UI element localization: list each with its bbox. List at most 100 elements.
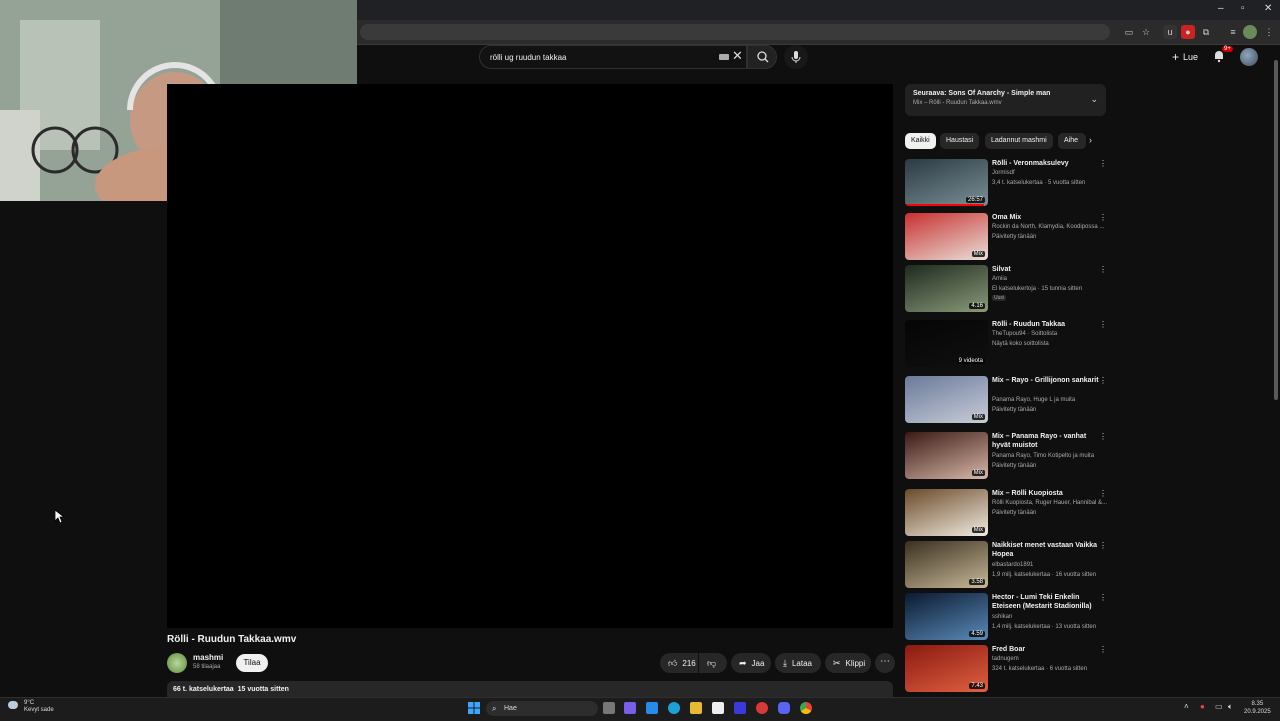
windows-start-icon[interactable] — [468, 702, 480, 714]
more-vertical-icon[interactable]: ⋮ — [1099, 593, 1107, 602]
recommendation-title[interactable]: Silvat — [992, 265, 1102, 274]
extensions-puzzle-icon[interactable]: ⧉ — [1199, 25, 1213, 39]
recommendation-title[interactable]: Fred Boar — [992, 645, 1102, 654]
chevron-down-icon[interactable]: ⌄ — [1090, 94, 1098, 105]
recommendation-channel[interactable]: Rölli Kuopiosta, Ruger Hauer, Hannibal &… — [992, 499, 1110, 507]
recommendation-item[interactable]: 7.43 Fred Boar tadnugem 324 t. katselukerta… — [905, 645, 1115, 695]
recommendation-title[interactable]: Mix – Panama Rayo - vanhat hyvät muistot — [992, 432, 1102, 450]
more-vertical-icon[interactable]: ⋮ — [1099, 489, 1107, 498]
more-vertical-icon[interactable]: ⋮ — [1099, 265, 1107, 274]
dislike-button[interactable]: 👎︎ — [699, 653, 727, 673]
recommendation-title[interactable]: Rölli - Ruudun Takkaa — [992, 320, 1102, 329]
recommendation-item[interactable]: Mix Mix – Rayo - Grillijonon sankarit Pana… — [905, 376, 1115, 426]
more-vertical-icon[interactable]: ⋮ — [1262, 25, 1276, 39]
extension-icon[interactable]: u — [1163, 25, 1177, 39]
file-explorer-icon[interactable] — [690, 702, 702, 714]
video-thumbnail[interactable]: Mix — [905, 432, 988, 479]
clip-button[interactable]: ✂ Klippi — [825, 653, 871, 673]
recommendation-channel[interactable]: sshikan — [992, 613, 1110, 621]
recommendation-channel[interactable]: Jormisdf — [992, 169, 1110, 177]
recommendation-item[interactable]: 9 videota Rölli - Ruudun Takkaa TheTupou94… — [905, 320, 1115, 370]
profile-icon[interactable] — [1243, 25, 1257, 39]
app-icon[interactable] — [756, 702, 768, 714]
minimize-icon[interactable]: – — [1218, 3, 1224, 14]
address-bar[interactable] — [360, 24, 1110, 40]
subscribe-button[interactable]: Tilaa — [236, 654, 268, 672]
recommendation-channel[interactable]: elbastardo1891 — [992, 561, 1110, 569]
recommendation-item[interactable]: 4.16 Silvat Amiia El katselukertoja · 15 tu… — [905, 265, 1115, 315]
recommendation-channel[interactable]: TheTupou94 · Soittolista — [992, 330, 1110, 338]
more-vertical-icon[interactable]: ⋮ — [1099, 159, 1107, 168]
recommendation-item[interactable]: Mix Mix – Panama Rayo - vanhat hyvät muis… — [905, 432, 1115, 482]
menu-list-icon[interactable]: ≡ — [1226, 25, 1240, 39]
taskbar-search[interactable]: ⌕ Hae — [486, 701, 598, 716]
video-thumbnail[interactable]: 7.43 — [905, 645, 988, 692]
weather-widget[interactable]: 9°C Kevyt sade — [24, 700, 54, 714]
chip-all[interactable]: Kaikki — [905, 133, 936, 149]
search-button[interactable] — [747, 45, 777, 69]
recommendation-title[interactable]: Oma Mix — [992, 213, 1102, 222]
more-actions-button[interactable]: ⋯ — [875, 653, 895, 673]
monitor-icon[interactable]: ▭ — [1215, 702, 1223, 711]
store-icon[interactable] — [712, 702, 724, 714]
mail-icon[interactable] — [646, 702, 658, 714]
cast-icon[interactable]: ▭ — [1122, 25, 1136, 39]
share-button[interactable]: ➦ Jaa — [731, 653, 771, 673]
like-button[interactable]: 👍︎ 216 — [660, 653, 698, 673]
chip-search[interactable]: Haustasi — [940, 133, 980, 149]
teams-icon[interactable] — [624, 702, 636, 714]
bookmark-star-icon[interactable]: ☆ — [1139, 25, 1153, 39]
download-button[interactable]: ⤓ Lataa — [775, 653, 821, 673]
taskbar-clock[interactable]: 8.35 20.9.2025 — [1244, 700, 1271, 716]
app-icon[interactable] — [734, 702, 746, 714]
up-next-card[interactable]: Seuraava: Sons Of Anarchy - Simple man M… — [905, 84, 1106, 116]
chevron-right-icon[interactable]: › — [1089, 135, 1092, 145]
extension-icon[interactable]: ● — [1181, 25, 1195, 39]
discord-icon[interactable] — [778, 702, 790, 714]
recommendation-title[interactable]: Mix – Rölli Kuopiosta — [992, 489, 1102, 498]
search-box[interactable] — [479, 45, 747, 69]
channel-name[interactable]: mashmi — [193, 653, 223, 662]
recommendation-channel[interactable]: Rockin da North, Klamydia, Koodipossa ..… — [992, 223, 1110, 231]
video-player[interactable] — [167, 84, 893, 628]
video-thumbnail[interactable]: 3.58 — [905, 541, 988, 588]
video-thumbnail[interactable]: Mix — [905, 489, 988, 536]
recommendation-title[interactable]: Naikkiset menet vastaan Vaikka Hopea — [992, 541, 1102, 559]
video-thumbnail[interactable]: 4.59 — [905, 593, 988, 640]
recommendation-channel[interactable]: Panama Rayo, Huge L ja muita — [992, 396, 1110, 404]
recommendation-item[interactable]: Mix Mix – Rölli Kuopiosta Rölli Kuopiosta,… — [905, 489, 1115, 539]
task-view-icon[interactable] — [603, 702, 615, 714]
recommendation-title[interactable]: Mix – Rayo - Grillijonon sankarit — [992, 376, 1102, 385]
more-vertical-icon[interactable]: ⋮ — [1099, 376, 1107, 385]
recommendation-item[interactable]: 4.59 Hector - Lumi Teki Enkelin Eteiseen … — [905, 593, 1115, 643]
video-thumbnail[interactable]: 26:57 — [905, 159, 988, 206]
recommendation-title[interactable]: Rölli - Veronmaksulevy — [992, 159, 1102, 168]
more-vertical-icon[interactable]: ⋮ — [1099, 645, 1107, 654]
video-thumbnail[interactable]: Mix — [905, 213, 988, 260]
more-vertical-icon[interactable]: ⋮ — [1099, 541, 1107, 550]
chrome-icon[interactable] — [800, 702, 812, 714]
chevron-up-icon[interactable]: ˄ — [1184, 702, 1189, 711]
more-vertical-icon[interactable]: ⋮ — [1099, 432, 1107, 441]
maximize-icon[interactable]: ▫ — [1241, 3, 1245, 14]
voice-search-button[interactable] — [784, 45, 808, 69]
search-input[interactable] — [488, 51, 712, 63]
recommendation-channel[interactable]: Amiia — [992, 275, 1110, 283]
more-vertical-icon[interactable]: ⋮ — [1099, 320, 1107, 329]
edge-browser-icon[interactable] — [668, 702, 680, 714]
clear-search-icon[interactable]: ✕ — [732, 49, 743, 63]
speaker-icon[interactable]: 🔈︎ — [1228, 702, 1233, 712]
recommendation-item[interactable]: 26:57 Rölli - Veronmaksulevy Jormisdf 3,4 t… — [905, 159, 1115, 209]
video-thumbnail[interactable]: Mix — [905, 376, 988, 423]
recommendation-title[interactable]: Hector - Lumi Teki Enkelin Eteiseen (Mes… — [992, 593, 1102, 611]
video-thumbnail[interactable]: 4.16 — [905, 265, 988, 312]
video-thumbnail[interactable]: 9 videota — [905, 320, 988, 367]
account-avatar[interactable] — [1240, 48, 1258, 66]
recommendation-channel[interactable]: Panama Rayo, Timo Kotipelto ja muita — [992, 452, 1110, 460]
chip-by-channel[interactable]: Ladannut mashmi — [985, 133, 1053, 149]
scrollbar-thumb[interactable] — [1274, 60, 1278, 400]
microphone-icon[interactable]: ● — [1200, 702, 1205, 711]
chip-related[interactable]: Aihe — [1058, 133, 1086, 149]
channel-avatar[interactable] — [167, 653, 187, 673]
more-vertical-icon[interactable]: ⋮ — [1099, 213, 1107, 222]
